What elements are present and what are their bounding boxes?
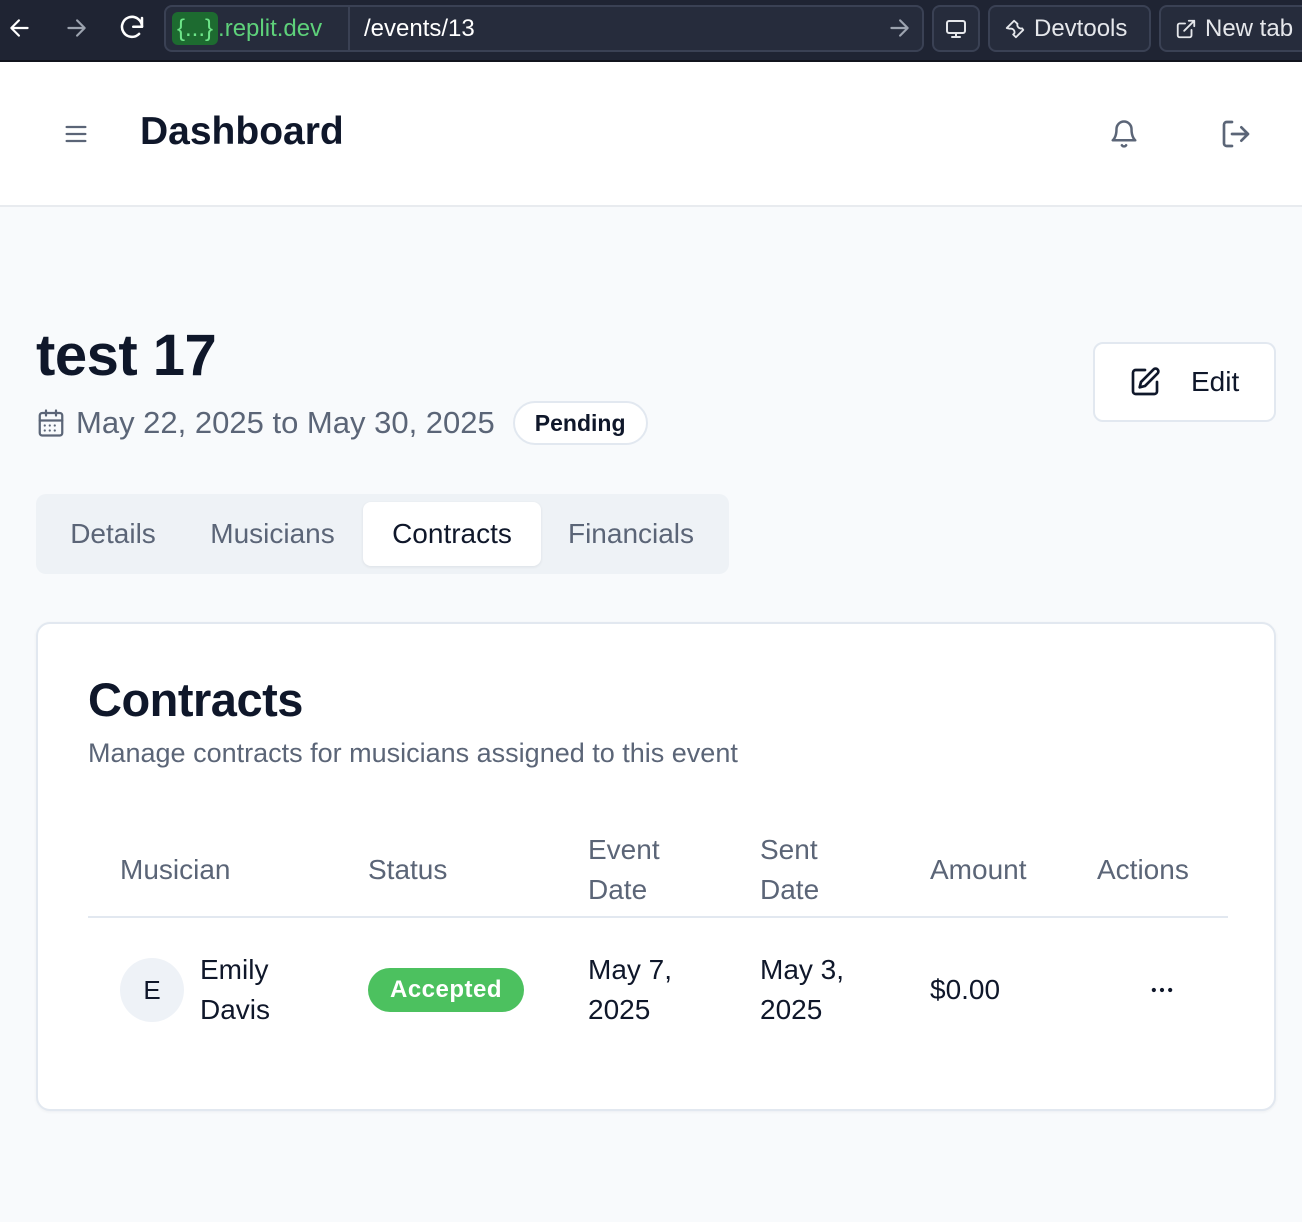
contracts-card: Contracts Manage contracts for musicians…	[36, 622, 1276, 1111]
event-date-cell: May 7, 2025	[588, 950, 672, 1030]
tab-details[interactable]: Details	[44, 502, 182, 566]
devtools-button[interactable]: Devtools	[988, 5, 1151, 52]
amount-cell: $0.00	[930, 974, 1001, 1005]
tab-musicians[interactable]: Musicians	[190, 502, 355, 566]
url-host: {...} .replit.dev	[172, 12, 322, 45]
sent-date-line2: 2025	[760, 994, 823, 1025]
edit-button[interactable]: Edit	[1093, 342, 1276, 422]
column-header-musician: Musician	[120, 854, 231, 885]
column-header-sent-date-line2: Date	[760, 874, 820, 905]
device-preview-button[interactable]	[932, 5, 980, 52]
event-date-range: May 22, 2025 to May 30, 2025	[76, 405, 495, 440]
logout-button[interactable]	[1214, 112, 1258, 156]
notifications-button[interactable]	[1102, 112, 1146, 156]
card-title: Contracts	[88, 673, 303, 726]
wrench-icon	[1005, 19, 1025, 38]
row-actions-button[interactable]	[1140, 970, 1184, 1010]
column-header-amount: Amount	[930, 854, 1027, 885]
reload-icon	[120, 15, 144, 39]
monitor-icon	[946, 19, 966, 38]
devtools-label: Devtools	[1034, 14, 1128, 42]
bell-icon	[1111, 120, 1137, 148]
hamburger-menu-icon	[65, 125, 87, 143]
browser-toolbar: {...} .replit.dev /events/13 Devtools New…	[0, 0, 1302, 62]
more-horizontal-icon	[1151, 987, 1173, 993]
arrow-right-icon	[67, 19, 86, 37]
sent-date-line1: May 3,	[760, 954, 845, 985]
column-header-sent-date: Sent Date	[760, 830, 819, 910]
url-divider	[348, 7, 350, 50]
event-date-line1: May 7,	[588, 954, 673, 985]
column-header-event-date-line2: Date	[588, 874, 648, 905]
go-arrow-icon[interactable]	[886, 15, 912, 41]
url-path[interactable]: /events/13	[364, 7, 475, 50]
card-subtitle: Manage contracts for musicians assigned …	[88, 738, 738, 768]
column-header-event-date: Event Date	[588, 830, 660, 910]
column-header-status: Status	[368, 854, 448, 885]
status-badge: Pending	[512, 401, 648, 445]
table-header-divider	[88, 916, 1228, 918]
musician-first-name: Emily	[200, 954, 269, 985]
edit-icon	[1131, 367, 1160, 396]
log-out-icon	[1222, 120, 1250, 148]
app-header: Dashboard	[0, 62, 1302, 207]
new-tab-button[interactable]: New tab	[1159, 5, 1302, 52]
menu-button[interactable]	[56, 112, 96, 156]
column-header-sent-date-line1: Sent	[760, 834, 818, 865]
contract-status-badge: Accepted	[368, 968, 525, 1012]
reload-button[interactable]	[112, 8, 152, 48]
external-link-icon	[1176, 19, 1196, 38]
event-tabs: Details Musicians Contracts Financials	[36, 494, 729, 574]
event-date-row: May 22, 2025 to May 30, 2025 Pending	[36, 400, 648, 446]
back-button[interactable]	[0, 8, 40, 48]
musician-name: Emily Davis	[200, 950, 270, 1030]
tab-financials[interactable]: Financials	[549, 502, 713, 566]
calendar-icon	[38, 409, 64, 437]
page-title: Dashboard	[140, 110, 344, 153]
url-domain: .replit.dev	[218, 14, 323, 42]
forward-button[interactable]	[56, 8, 96, 48]
edit-label: Edit	[1191, 366, 1240, 397]
arrow-left-icon	[10, 19, 29, 37]
event-date-line2: 2025	[588, 994, 651, 1025]
url-badge: {...}	[172, 12, 219, 45]
event-title: test 17	[36, 323, 217, 388]
avatar: E	[120, 958, 184, 1022]
new-tab-label: New tab	[1205, 14, 1294, 42]
column-header-actions: Actions	[1097, 854, 1189, 885]
address-bar[interactable]: {...} .replit.dev /events/13	[164, 5, 924, 52]
tab-contracts[interactable]: Contracts	[363, 502, 541, 566]
sent-date-cell: May 3, 2025	[760, 950, 844, 1030]
column-header-event-date-line1: Event	[588, 834, 660, 865]
musician-last-name: Davis	[200, 994, 271, 1025]
